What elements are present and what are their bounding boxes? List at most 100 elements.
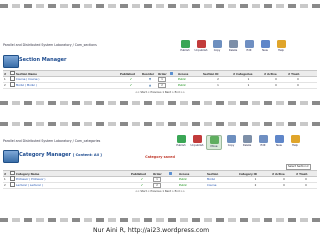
col-access[interactable]: Access (178, 72, 203, 76)
publish-button[interactable]: Publish (178, 40, 192, 53)
move-icon (209, 136, 219, 144)
section-divider-stripe (0, 122, 320, 126)
toolbar-button-label: Publish (180, 48, 190, 52)
row-num: 2 (4, 83, 6, 87)
col-save-order[interactable] (169, 172, 179, 176)
published-toggle[interactable]: ✔ (120, 77, 142, 81)
page-heading: Parallel and Distributed System Laborato… (3, 43, 97, 47)
col-published[interactable]: Published (131, 172, 153, 176)
copy-button[interactable]: Copy (210, 40, 224, 53)
pagination[interactable]: << Start < Previous 1 Next > End >> (0, 190, 320, 193)
toolbar-button-label: Move (210, 144, 218, 148)
reorder-arrow[interactable]: ▲ (142, 83, 158, 87)
status-message: Category saved (145, 155, 175, 159)
published-toggle[interactable]: ✔ (131, 177, 153, 181)
categories-count: 1 (247, 83, 250, 87)
trash-count: 0 (305, 177, 307, 181)
col-access[interactable]: Access (179, 172, 207, 176)
help-icon (276, 40, 286, 48)
pagination[interactable]: << Start < Previous 1 Next > End >> (0, 91, 320, 94)
active-count: 0 (283, 177, 285, 181)
new-button[interactable]: New (258, 40, 272, 53)
access-link[interactable]: Public (179, 183, 207, 187)
edit-icon (258, 135, 268, 143)
order-field[interactable]: 2 (158, 82, 170, 88)
new-button[interactable]: New (272, 135, 286, 148)
toolbar-button-label: New (262, 48, 268, 52)
active-count: 0 (275, 77, 277, 81)
page-title: Section Manager (19, 57, 67, 63)
page-heading: Parallel and Distributed System Laborato… (3, 139, 101, 143)
trash-count: 0 (297, 77, 299, 81)
col-category-name[interactable]: Category Name (16, 172, 131, 176)
unpublish-button[interactable]: Unpublish (190, 135, 204, 148)
delete-button[interactable]: Delete (240, 135, 254, 148)
category-id: 1 (254, 177, 257, 181)
toolbar-button-label: Edit (246, 48, 252, 52)
help-button[interactable]: Help (274, 40, 288, 53)
category-name-link[interactable]: Professor ( Professor ) (16, 177, 131, 181)
table-row[interactable]: 2 Lecturer ( Lecturer ) ✔ 2 Public Cours… (3, 182, 317, 189)
col-reorder[interactable]: Reorder (142, 72, 158, 76)
table-row[interactable]: 2 Modul ( Modul ) ✔ ▲ 2 Public 1 1 0 0 (3, 82, 317, 89)
section-link[interactable]: Modul (207, 177, 239, 181)
toolbar-button-label: Unpublish (190, 143, 204, 147)
move-button[interactable]: Move (206, 135, 222, 150)
active-count: 0 (275, 83, 277, 87)
trash-count: 0 (297, 83, 299, 87)
publish-icon (180, 40, 190, 48)
col-num: # (4, 71, 7, 76)
published-toggle[interactable]: ✔ (131, 183, 153, 187)
col-section[interactable]: Section (207, 172, 239, 176)
access-link[interactable]: Public (178, 83, 203, 87)
edit-icon (244, 40, 254, 48)
trash-count: 0 (305, 183, 307, 187)
toolbar-button-label: Unpublish (194, 48, 208, 52)
col-section-name[interactable]: Section Name (16, 72, 120, 76)
reorder-arrow[interactable]: ▼ (142, 77, 158, 81)
order-field[interactable]: 1 (153, 176, 169, 182)
col-active: # Active (264, 71, 277, 76)
copy-button[interactable]: Copy (224, 135, 238, 148)
col-order[interactable]: Order (153, 172, 169, 176)
col-active: # Active (272, 171, 285, 176)
section-name-link[interactable]: Modul ( Modul ) (16, 83, 120, 87)
col-section-id[interactable]: Section ID (203, 72, 233, 76)
toolbar-button-label: Edit (260, 143, 266, 147)
order-field[interactable]: 2 (153, 182, 169, 188)
publish-button[interactable]: Publish (174, 135, 188, 148)
access-link[interactable]: Public (178, 77, 203, 81)
category-id: 2 (254, 183, 257, 187)
unpublish-button[interactable]: Unpublish (194, 40, 208, 53)
toolbar: Publish Unpublish Copy Delete Edit New Help (178, 40, 288, 53)
toolbar-button-label: Copy (227, 143, 235, 147)
access-link[interactable]: Public (179, 177, 207, 181)
section-name-link[interactable]: Course ( Course ) (16, 77, 120, 81)
row-num: 2 (4, 183, 6, 187)
toolbar-button-label: Publish (176, 143, 186, 147)
col-order[interactable]: Order (158, 72, 170, 76)
top-stripe (0, 4, 320, 8)
published-toggle[interactable]: ✔ (120, 83, 142, 87)
toolbar-button-label: Delete (228, 48, 238, 52)
section-id: 1 (217, 83, 219, 87)
toolbar-button-label: Help (278, 48, 284, 52)
delete-button[interactable]: Delete (226, 40, 240, 53)
col-category-id[interactable]: Category ID (239, 172, 272, 176)
active-count: 0 (283, 183, 285, 187)
col-published[interactable]: Published (120, 72, 142, 76)
edit-button[interactable]: Edit (256, 135, 270, 148)
toolbar-button-label: Help (292, 143, 298, 147)
help-icon (290, 135, 300, 143)
category-name-link[interactable]: Lecturer ( Lecturer ) (16, 183, 131, 187)
row-num: 1 (4, 177, 6, 181)
section-link[interactable]: Course (207, 183, 239, 187)
new-icon (274, 135, 284, 143)
col-save-order[interactable] (170, 72, 178, 76)
save-order-icon[interactable] (170, 72, 173, 75)
save-order-icon[interactable] (169, 172, 172, 175)
help-button[interactable]: Help (288, 135, 302, 148)
order-field[interactable]: 1 (158, 76, 170, 82)
edit-button[interactable]: Edit (242, 40, 256, 53)
new-icon (260, 40, 270, 48)
